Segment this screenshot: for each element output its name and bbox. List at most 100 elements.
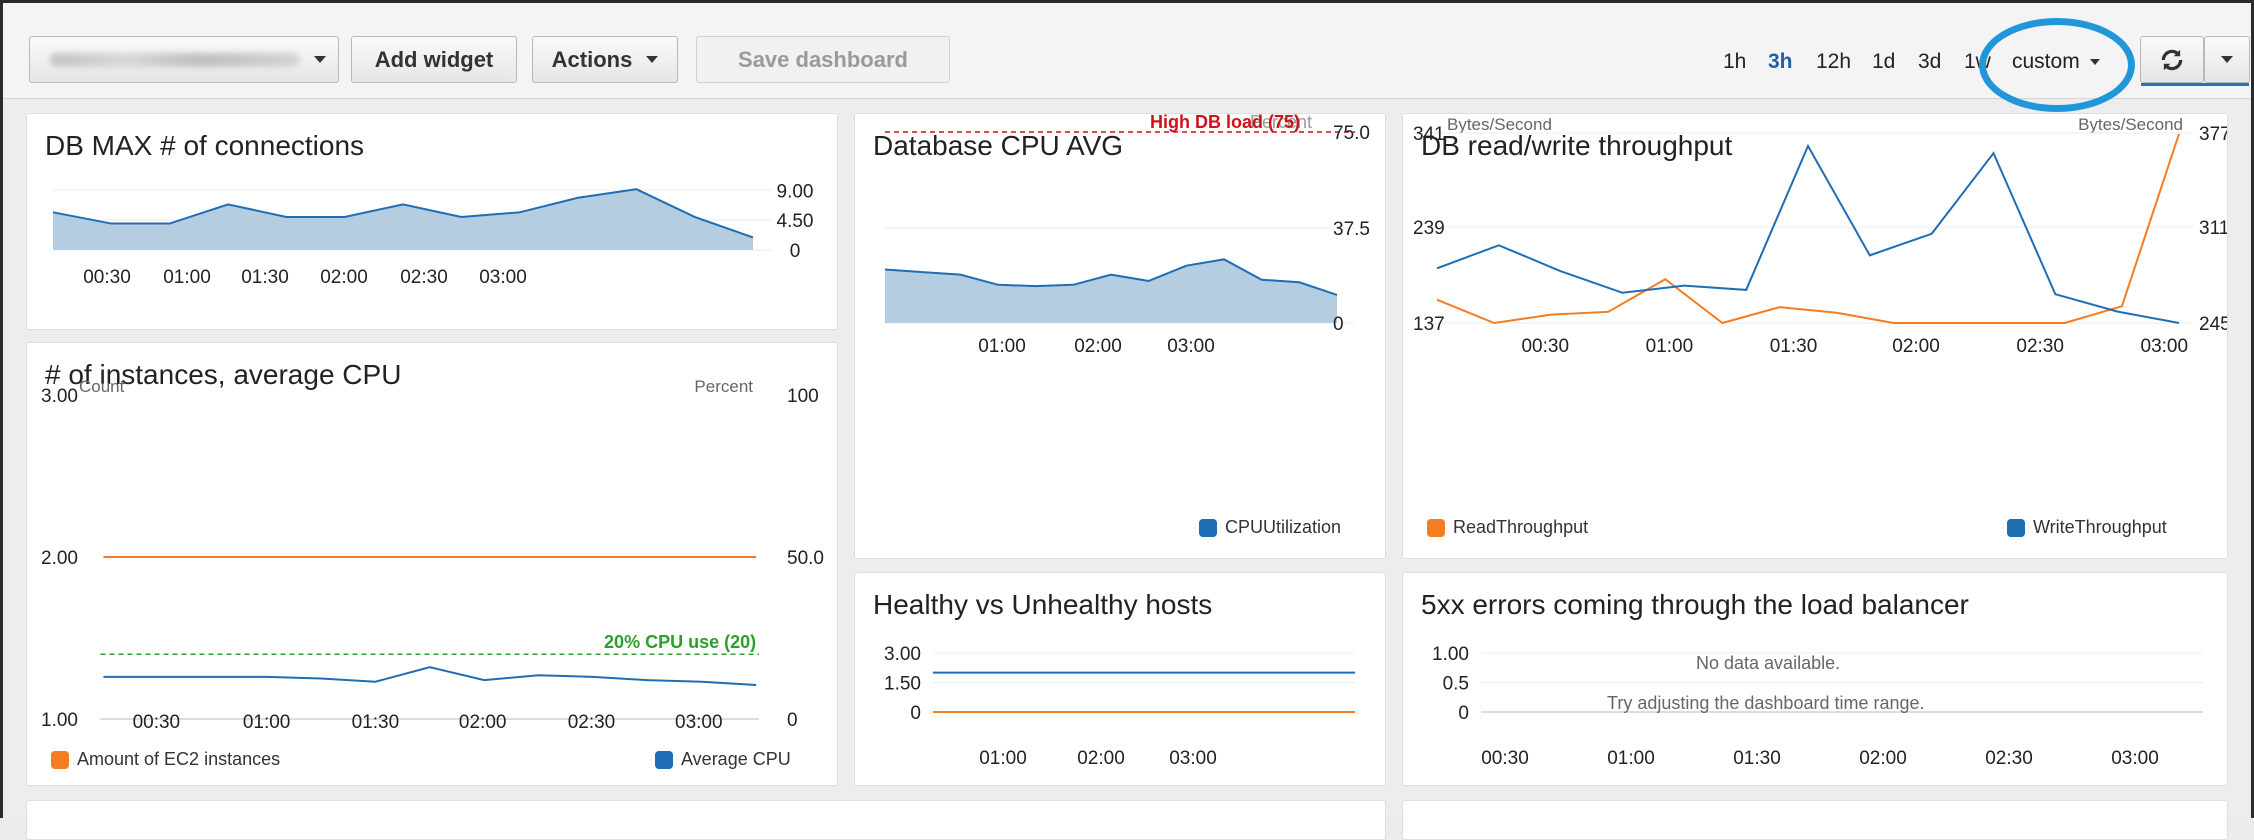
x-tick-label: 03:00 [675,712,723,733]
area-fill [885,259,1337,323]
blue-swatch [1199,519,1217,537]
y-tick-label: 0 [790,241,801,262]
x-tick-label: 01:00 [1607,748,1655,769]
series-line-read-throughput [1437,134,2179,323]
plot-area: PercentHigh DB load (75)75.037.5001:0002… [885,114,1370,357]
y-tick-label: 4.50 [777,211,814,232]
panel-db-cpu-avg[interactable]: Database CPU AVG PercentHigh DB load (75… [854,113,1386,559]
x-tick-label: 03:00 [2141,336,2189,357]
y-tick-label: 75.0 [1333,123,1370,144]
legend-write-throughput[interactable]: WriteThroughput [2007,517,2167,538]
time-range-1h[interactable]: 1h [1723,50,1746,74]
left-tick-label: 239 [1413,218,1445,239]
time-range-3d[interactable]: 3d [1918,50,1941,74]
right-tick-label: 311k [2199,218,2228,239]
left-tick-label: 341 [1413,124,1445,145]
blue-swatch [655,751,673,769]
right-tick-label: 100 [787,386,819,407]
y-tick-label: 1.00 [1432,644,1469,665]
panel-partial-bottom-left [26,800,1386,840]
y-tick-label: 0 [1333,314,1344,335]
y-tick-label: 9.00 [777,182,814,203]
refresh-icon [2159,47,2185,73]
panel-5xx-errors[interactable]: 5xx errors coming through the load balan… [1402,572,2228,786]
panel-instances-cpu[interactable]: # of instances, average CPU CountPercent… [26,342,838,786]
left-tick-label: 137 [1413,314,1445,335]
threshold-label: High DB load (75) [1150,114,1300,132]
legend-read-throughput[interactable]: ReadThroughput [1427,517,1588,538]
custom-time-range[interactable]: custom [2012,50,2100,74]
chart-db-max-connections: 9.00 4.50 0 00:30 01:00 01:30 02:00 02:30 03:00 [27,114,838,330]
x-tick-label: 00:30 [133,712,181,733]
legend-average-cpu[interactable]: Average CPU [655,749,791,770]
chevron-down-icon [2090,59,2100,65]
x-tick-label: 03:00 [2111,748,2159,769]
actions-button[interactable]: Actions [532,36,678,83]
blue-swatch [2007,519,2025,537]
refresh-options-button[interactable] [2204,36,2250,83]
orange-swatch [51,751,69,769]
chevron-down-icon [2221,56,2233,63]
panel-healthy-hosts[interactable]: Healthy vs Unhealthy hosts 3.001.50001:0… [854,572,1386,786]
time-range-1w[interactable]: 1w [1964,50,1991,74]
x-tick-label: 00:30 [1481,748,1529,769]
no-data-message: No data available. [1696,653,1840,674]
left-axis-unit: Count [79,377,125,396]
y-tick-label: 37.5 [1333,219,1370,240]
y-tick-label: 3.00 [884,644,921,665]
dashboard-name-redacted [50,53,300,67]
refresh-button[interactable] [2140,36,2204,83]
panel-db-rw-throughput[interactable]: DB read/write throughput Bytes/SecondByt… [1402,113,2228,559]
chart-db-rw-throughput: Bytes/SecondBytes/Second341239137377k311… [1403,114,2228,559]
legend-cpu-utilization[interactable]: CPUUtilization [1199,517,1341,538]
x-tick-label: 01:00 [978,336,1026,357]
chevron-down-icon [314,56,326,63]
left-axis-unit: Bytes/Second [1447,115,1552,134]
x-tick-label: 01:30 [1770,336,1818,357]
chevron-down-icon [646,56,658,63]
y-tick-label: 0 [1458,703,1469,724]
x-tick-label: 03:00 [1167,336,1215,357]
refresh-active-indicator [2141,83,2249,86]
panel-db-max-connections[interactable]: DB MAX # of connections 9.004.50000:3001… [26,113,838,330]
x-tick-label: 01:30 [1733,748,1781,769]
add-widget-button[interactable]: Add widget [351,36,517,83]
x-tick-label: 02:00 [1077,748,1125,769]
x-tick-label: 00:30 [83,267,131,288]
left-tick-label: 2.00 [41,548,78,569]
x-tick-label: 02:00 [1892,336,1940,357]
orange-swatch [1427,519,1445,537]
time-range-12h[interactable]: 12h [1816,50,1851,74]
right-tick-label: 245k [2199,314,2228,335]
left-tick-label: 3.00 [41,386,78,407]
legend-ec2-instances[interactable]: Amount of EC2 instances [51,749,280,770]
save-dashboard-button[interactable]: Save dashboard [696,36,950,83]
time-range-1d[interactable]: 1d [1872,50,1895,74]
dashboard-selector[interactable] [29,36,339,83]
y-tick-label: 1.50 [884,674,921,695]
series-line-average-cpu [103,667,756,685]
x-tick-label: 01:00 [243,712,291,733]
x-tick-label: 02:30 [2016,336,2064,357]
x-tick-label: 02:00 [1074,336,1122,357]
x-tick-label: 02:00 [1859,748,1907,769]
plot-area: 9.00 4.50 0 00:30 01:00 01:30 02:00 02:30 03:00 [53,182,814,289]
time-range-3h[interactable]: 3h [1768,50,1793,74]
series-line-write-throughput [1437,146,2179,323]
left-tick-label: 1.00 [41,710,78,731]
x-tick-label: 01:30 [352,712,400,733]
x-tick-label: 01:00 [1646,336,1694,357]
x-tick-label: 01:30 [241,267,289,288]
x-tick-label: 02:30 [568,712,616,733]
x-tick-label: 02:30 [400,267,448,288]
x-tick-label: 03:00 [479,267,527,288]
x-tick-label: 01:00 [979,748,1027,769]
chart-healthy-hosts: 3.001.50001:0002:0003:00 [855,573,1386,786]
x-tick-label: 01:00 [163,267,211,288]
x-tick-label: 02:00 [459,712,507,733]
y-tick-label: 0.5 [1443,674,1469,695]
right-tick-label: 50.0 [787,548,824,569]
x-tick-label: 02:30 [1985,748,2033,769]
x-tick-label: 02:00 [320,267,368,288]
y-tick-label: 0 [910,703,921,724]
